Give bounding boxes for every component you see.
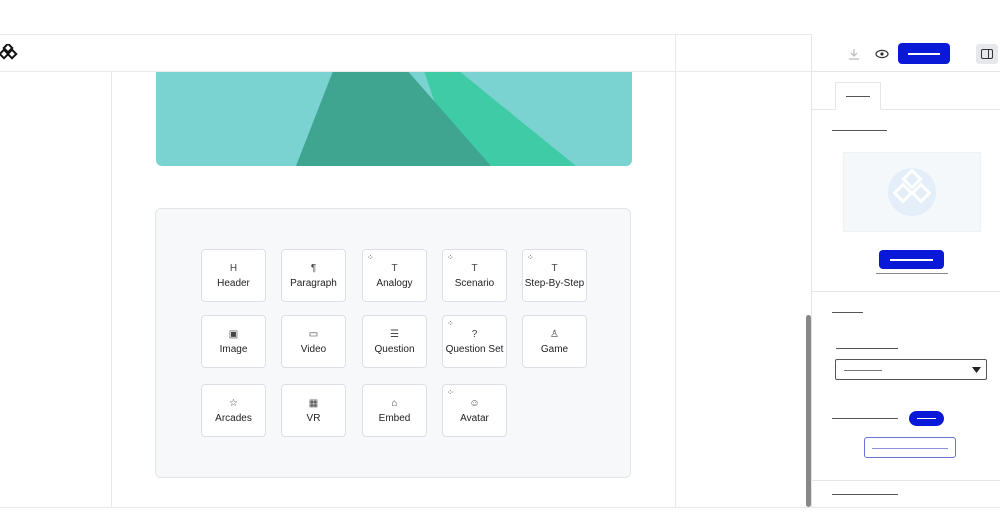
block-tile-scenario[interactable]: ⁘ T Scenario: [442, 249, 507, 302]
block-tile-analogy[interactable]: ⁘ T Analogy: [362, 249, 427, 302]
block-icon: T: [471, 263, 478, 274]
properties-sidebar: [811, 34, 1000, 508]
block-icon: T: [551, 263, 558, 274]
block-icon: T: [391, 263, 398, 274]
hero-banner-image: [156, 72, 632, 166]
ai-sparkle-icon: ⁘: [447, 388, 454, 397]
tab-properties[interactable]: [835, 82, 881, 110]
block-label: VR: [306, 413, 321, 424]
block-tile-embed[interactable]: ⌂ Embed: [362, 384, 427, 437]
eye-icon[interactable]: [875, 48, 889, 60]
toggle-switch[interactable]: [909, 411, 944, 426]
block-tile-question[interactable]: ☰ Question: [362, 315, 427, 368]
block-label: Question Set: [445, 344, 504, 355]
placeholder-logo-icon: [888, 168, 936, 216]
block-label: Game: [540, 344, 569, 355]
block-label: Question: [374, 344, 415, 355]
block-tile-step-by-step[interactable]: ⁘ T Step-By-Step: [522, 249, 587, 302]
block-tile-image[interactable]: ▣ Image: [201, 315, 266, 368]
field-label: [836, 348, 898, 349]
block-icon: ☆: [229, 398, 238, 409]
block-icon: ☺: [469, 398, 480, 409]
cover-image-preview[interactable]: [843, 152, 981, 232]
block-icon: ▣: [228, 329, 239, 340]
block-label: Analogy: [376, 278, 413, 289]
block-icon: ⌂: [391, 398, 398, 409]
block-icon: ♙: [550, 329, 559, 340]
ai-sparkle-icon: ⁘: [527, 253, 534, 262]
block-tile-paragraph[interactable]: ¶ Paragraph: [281, 249, 346, 302]
logo-icon[interactable]: [0, 44, 18, 62]
block-icon: ¶: [310, 263, 317, 274]
block-tile-header[interactable]: H Header: [201, 249, 266, 302]
toggle-label: [832, 418, 898, 419]
ai-sparkle-icon: ⁘: [447, 319, 454, 328]
block-label: Embed: [378, 413, 411, 424]
download-icon[interactable]: [848, 48, 860, 60]
sidebar-toggle-icon[interactable]: [976, 44, 998, 64]
block-icon: H: [229, 263, 238, 274]
block-palette-panel: H Header ¶ Paragraph ⁘ T Analogy ⁘ T Scenario ⁘ T St…: [155, 208, 631, 478]
upload-image-button[interactable]: [879, 250, 944, 269]
block-tile-arcades[interactable]: ☆ Arcades: [201, 384, 266, 437]
block-icon: ▭: [308, 329, 319, 340]
block-label: Avatar: [460, 413, 489, 424]
block-label: Header: [217, 278, 250, 289]
block-label: Scenario: [454, 278, 495, 289]
block-tile-video[interactable]: ▭ Video: [281, 315, 346, 368]
block-label: Video: [300, 344, 327, 355]
section-heading-more: [832, 494, 898, 495]
canvas-left-border: [111, 72, 112, 508]
section-heading-settings: [832, 312, 863, 313]
section-heading-cover: [832, 130, 887, 131]
block-icon: ▦: [308, 398, 319, 409]
block-icon: ☰: [390, 329, 399, 340]
secondary-action-button[interactable]: [864, 437, 956, 458]
publish-button[interactable]: [898, 43, 950, 64]
bottom-border: [0, 507, 1000, 508]
block-label: Image: [219, 344, 248, 355]
block-label: Step-By-Step: [524, 278, 585, 289]
caret-down-icon: [972, 367, 981, 373]
ai-sparkle-icon: ⁘: [447, 253, 454, 262]
editor-top-bar: [0, 34, 811, 72]
block-label: Arcades: [215, 413, 252, 424]
mountain-illustration: [296, 72, 576, 166]
canvas-right-border: [675, 34, 676, 508]
ai-sparkle-icon: ⁘: [367, 253, 374, 262]
block-tile-vr[interactable]: ▦ VR: [281, 384, 346, 437]
block-label: Paragraph: [290, 278, 337, 289]
settings-dropdown[interactable]: [835, 359, 987, 380]
block-tile-avatar[interactable]: ⁘ ☺ Avatar: [442, 384, 507, 437]
block-icon: ?: [471, 329, 478, 340]
block-tile-question-set[interactable]: ⁘? Question Set: [442, 315, 507, 368]
block-tile-game[interactable]: ♙ Game: [522, 315, 587, 368]
